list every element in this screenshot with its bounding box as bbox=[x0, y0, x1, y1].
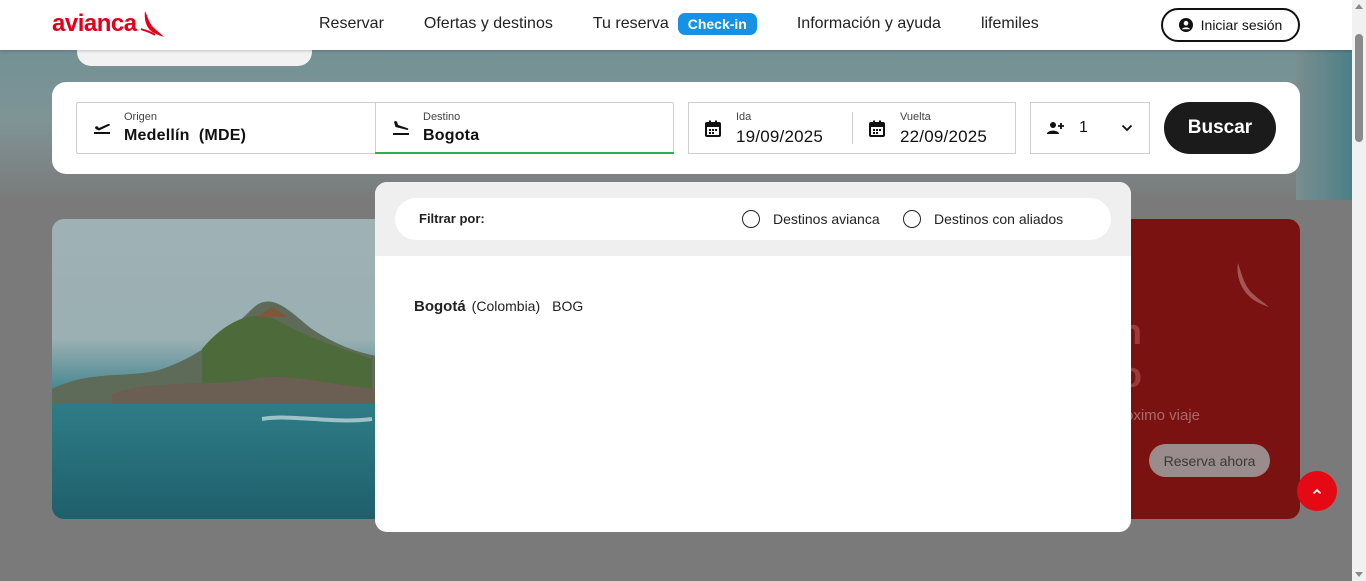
destination-label: Destino bbox=[423, 111, 461, 123]
result-country: (Colombia) bbox=[471, 298, 541, 314]
filter-destinos-avianca[interactable]: Destinos avianca bbox=[742, 210, 880, 228]
search-button[interactable]: Buscar bbox=[1164, 102, 1276, 154]
filter-option-label: Destinos con aliados bbox=[934, 211, 1064, 227]
origin-field[interactable]: Origen Medellín (MDE) bbox=[77, 103, 375, 153]
destination-field[interactable]: Destino Bogota bbox=[375, 103, 674, 154]
destination-result-item[interactable]: Bogotá (Colombia) BOG bbox=[414, 298, 583, 315]
main-nav: Reservar Ofertas y destinos Tu reserva C… bbox=[319, 13, 1079, 35]
departure-value: 19/09/2025 bbox=[736, 127, 824, 146]
dropdown-filter-header: Filtrar por: Destinos avianca Destinos c… bbox=[375, 182, 1131, 256]
result-city: Bogotá bbox=[414, 298, 466, 315]
takeoff-icon bbox=[94, 123, 110, 134]
return-value: 22/09/2025 bbox=[900, 127, 988, 146]
dates-box: Ida 19/09/2025 Vuelta 22/09/2025 bbox=[688, 102, 1016, 154]
filter-label: Filtrar por: bbox=[419, 211, 485, 226]
destination-focus-underline bbox=[375, 152, 674, 154]
filter-option-label: Destinos avianca bbox=[773, 211, 880, 227]
destination-dropdown: Filtrar por: Destinos avianca Destinos c… bbox=[375, 182, 1131, 532]
nav-tu-reserva[interactable]: Tu reserva bbox=[593, 15, 669, 33]
checkin-badge[interactable]: Check-in bbox=[677, 13, 757, 35]
destination-value[interactable]: Bogota bbox=[423, 127, 479, 145]
return-label: Vuelta bbox=[900, 111, 931, 123]
login-button[interactable]: Iniciar sesión bbox=[1161, 8, 1300, 42]
scrollbar-thumb[interactable] bbox=[1355, 34, 1363, 142]
scroll-to-top-button[interactable] bbox=[1297, 471, 1337, 511]
logo-text: avianca bbox=[52, 10, 137, 37]
passengers-selector[interactable]: 1 bbox=[1030, 102, 1150, 154]
departure-label: Ida bbox=[736, 111, 752, 123]
origin-destination-box: Origen Medellín (MDE) Destino Bogota bbox=[76, 102, 674, 154]
landing-icon bbox=[393, 121, 409, 135]
departure-date-field[interactable]: Ida 19/09/2025 bbox=[689, 103, 852, 153]
calendar-icon bbox=[869, 120, 885, 137]
radio-circle[interactable] bbox=[742, 210, 760, 228]
site-header: avianca Reservar Ofertas y destinos Tu r… bbox=[0, 0, 1352, 50]
radio-circle[interactable] bbox=[903, 210, 921, 228]
nav-informacion[interactable]: Información y ayuda bbox=[797, 15, 941, 33]
add-person-icon bbox=[1047, 122, 1064, 134]
origin-value: Medellín (MDE) bbox=[124, 127, 247, 144]
scroll-up-arrow[interactable] bbox=[1355, 4, 1363, 9]
reserva-ahora-button[interactable]: Reserva ahora bbox=[1149, 444, 1270, 477]
nav-ofertas[interactable]: Ofertas y destinos bbox=[424, 15, 553, 33]
filter-bar: Filtrar por: Destinos avianca Destinos c… bbox=[395, 198, 1111, 240]
chevron-down-icon bbox=[1121, 124, 1133, 132]
passenger-count: 1 bbox=[1079, 119, 1088, 136]
avianca-bird-icon bbox=[1237, 263, 1269, 307]
user-circle-icon bbox=[1178, 18, 1193, 32]
scroll-down-arrow[interactable] bbox=[1355, 572, 1363, 577]
login-label: Iniciar sesión bbox=[1200, 17, 1283, 33]
logo-bird-icon bbox=[140, 11, 164, 37]
result-airport-code: BOG bbox=[552, 298, 584, 314]
origin-label: Origen bbox=[124, 111, 158, 123]
filter-destinos-aliados[interactable]: Destinos con aliados bbox=[903, 210, 1063, 228]
nav-lifemiles[interactable]: lifemiles bbox=[981, 15, 1039, 33]
avianca-logo[interactable]: avianca bbox=[52, 9, 165, 39]
promo-subtitle: róximo viaje bbox=[1120, 407, 1201, 424]
flight-search-panel: Origen Medellín (MDE) Destino Bogota Ida bbox=[52, 82, 1300, 174]
page-scrollbar[interactable] bbox=[1352, 0, 1366, 581]
chevron-up-icon bbox=[1312, 488, 1322, 494]
return-date-field[interactable]: Vuelta 22/09/2025 bbox=[853, 103, 1015, 153]
calendar-icon bbox=[705, 120, 721, 137]
nav-reservar[interactable]: Reservar bbox=[319, 15, 384, 33]
